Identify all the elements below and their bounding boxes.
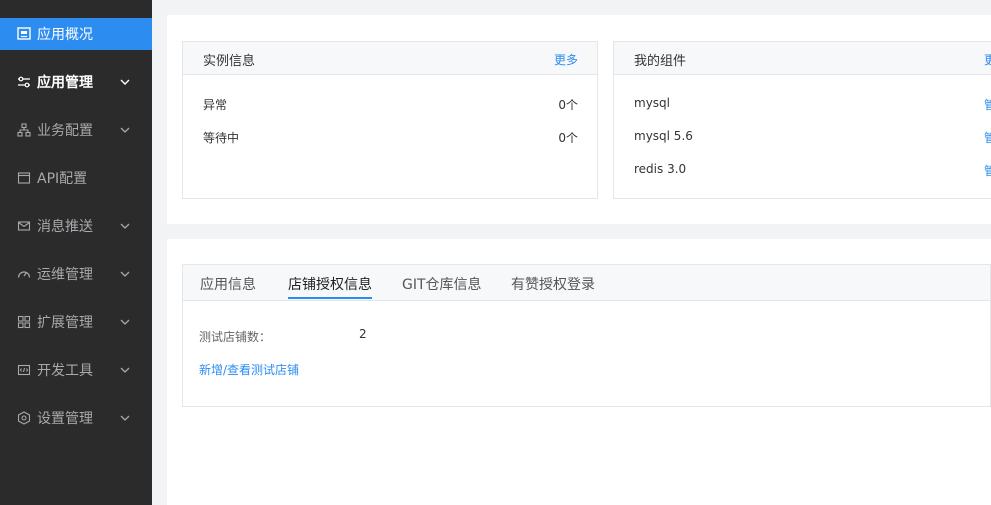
sidebar: 应用概况 应用管理 业务配置 API配置 消息推送 运维管理 扩展管理 开发工具… (0, 0, 152, 505)
sliders-icon (17, 75, 31, 89)
add-view-test-store-link[interactable]: 新增/查看测试店铺 (199, 361, 299, 378)
chevron-down-icon (119, 316, 131, 328)
instance-row-label: 等待中 (203, 131, 240, 145)
component-name: mysql (634, 96, 670, 110)
tab-store-auth-info[interactable]: 店铺授权信息 (288, 274, 372, 294)
sidebar-item-app-management[interactable]: 应用管理 (0, 66, 152, 98)
sidebar-item-settings-management[interactable]: 设置管理 (0, 402, 152, 434)
more-link[interactable]: 更多 (554, 51, 578, 68)
sidebar-item-label: 业务配置 (37, 123, 93, 139)
more-link[interactable]: 更 (984, 51, 991, 68)
chevron-down-icon (119, 220, 131, 232)
hexagon-gear-icon (17, 411, 31, 425)
card-title: 我的组件 (634, 54, 687, 69)
sidebar-item-extension-management[interactable]: 扩展管理 (0, 306, 152, 338)
sidebar-item-label: 应用概况 (37, 27, 93, 43)
gauge-icon (17, 267, 31, 281)
tab-git-repo-info[interactable]: GIT仓库信息 (402, 274, 482, 294)
chevron-down-icon (119, 124, 131, 136)
sidebar-item-message-push[interactable]: 消息推送 (0, 210, 152, 242)
chevron-down-icon (119, 76, 131, 88)
sidebar-item-label: API配置 (37, 171, 88, 187)
tab-app-info[interactable]: 应用信息 (200, 274, 256, 294)
sidebar-item-ops-management[interactable]: 运维管理 (0, 258, 152, 290)
sidebar-item-label: 设置管理 (37, 411, 93, 427)
sidebar-item-label: 应用管理 (37, 75, 93, 91)
window-icon (17, 171, 31, 185)
sidebar-item-business-config[interactable]: 业务配置 (0, 114, 152, 146)
manage-link[interactable]: 管 (984, 129, 991, 146)
sidebar-item-label: 消息推送 (37, 219, 93, 235)
sidebar-item-dev-tools[interactable]: 开发工具 (0, 354, 152, 386)
tab-youzan-auth-login[interactable]: 有赞授权登录 (511, 274, 595, 294)
dashboard-icon (17, 27, 31, 41)
code-icon (17, 363, 31, 377)
instance-info-card: 实例信息 更多 异常 0个 等待中 0个 (182, 41, 598, 199)
active-tab-indicator (288, 297, 372, 299)
test-store-count-label: 测试店铺数： (199, 330, 272, 344)
test-store-count-value: 2 (359, 327, 367, 341)
sidebar-item-api-config[interactable]: API配置 (0, 162, 152, 194)
chevron-down-icon (119, 268, 131, 280)
tab-bar: 应用信息 店铺授权信息 GIT仓库信息 有赞授权登录 (183, 265, 990, 301)
component-name: redis 3.0 (634, 162, 687, 176)
sidebar-item-label: 开发工具 (37, 363, 93, 379)
instance-row-label: 异常 (203, 98, 228, 112)
card-title: 实例信息 (203, 54, 256, 69)
hierarchy-icon (17, 123, 31, 137)
my-components-card: 我的组件 更 mysql 管 mysql 5.6 管 redis 3.0 管 (613, 41, 991, 199)
card-header: 实例信息 更多 (183, 42, 597, 75)
instance-row-value: 0个 (558, 131, 578, 145)
manage-link[interactable]: 管 (984, 162, 991, 179)
store-auth-tabs-card: 应用信息 店铺授权信息 GIT仓库信息 有赞授权登录 测试店铺数： 2 新增/查… (182, 264, 991, 407)
mail-icon (17, 219, 31, 233)
sidebar-item-label: 扩展管理 (37, 315, 93, 331)
grid-icon (17, 315, 31, 329)
component-name: mysql 5.6 (634, 129, 693, 143)
manage-link[interactable]: 管 (984, 96, 991, 113)
sidebar-item-label: 运维管理 (37, 267, 93, 283)
instance-row-value: 0个 (558, 98, 578, 112)
card-header: 我的组件 更 (614, 42, 991, 75)
chevron-down-icon (119, 412, 131, 424)
chevron-down-icon (119, 364, 131, 376)
sidebar-item-app-overview[interactable]: 应用概况 (0, 18, 152, 50)
